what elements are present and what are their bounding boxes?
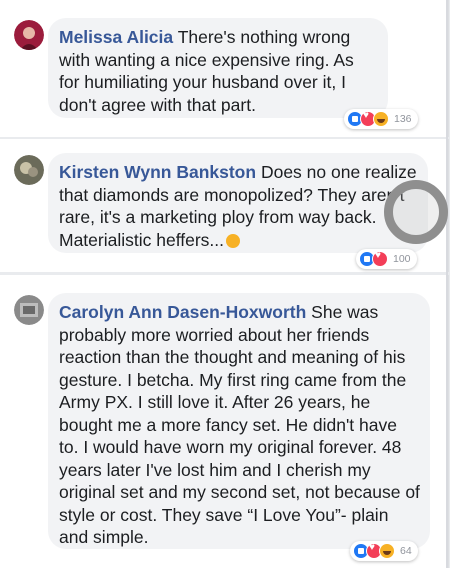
- reaction-count: 100: [393, 253, 411, 265]
- comment-bubble: Carolyn Ann Dasen-Hoxworth She was proba…: [48, 293, 430, 549]
- reaction-count: 136: [394, 113, 412, 125]
- comment-author-link[interactable]: Carolyn Ann Dasen-Hoxworth: [59, 302, 306, 322]
- comment-item: Carolyn Ann Dasen-Hoxworth She was proba…: [0, 275, 449, 568]
- scrollbar[interactable]: [446, 0, 448, 568]
- reactions-summary[interactable]: 64: [350, 541, 418, 561]
- comment-author-link[interactable]: Melissa Alicia: [59, 27, 173, 47]
- smile-emoji-icon: [226, 233, 241, 248]
- reactions-summary[interactable]: 100: [356, 249, 417, 269]
- comment-bubble: Melissa Alicia There's nothing wrong wit…: [48, 18, 388, 118]
- reactions-summary[interactable]: 136: [344, 109, 418, 129]
- comment-author-link[interactable]: Kirsten Wynn Bankston: [59, 162, 256, 182]
- avatar[interactable]: [14, 295, 44, 325]
- haha-icon: [373, 111, 389, 127]
- love-icon: [372, 250, 388, 267]
- avatar[interactable]: [14, 155, 44, 185]
- comment-item: Kirsten Wynn Bankston Does no one realiz…: [0, 139, 449, 272]
- avatar[interactable]: [14, 20, 44, 50]
- comment-item: Melissa Alicia There's nothing wrong wit…: [0, 0, 449, 137]
- haha-icon: [379, 543, 395, 559]
- comment-text: She was probably more worried about her …: [59, 302, 420, 547]
- touch-indicator-circle: [384, 180, 448, 244]
- comment-bubble: Kirsten Wynn Bankston Does no one realiz…: [48, 153, 428, 253]
- reaction-count: 64: [400, 545, 412, 557]
